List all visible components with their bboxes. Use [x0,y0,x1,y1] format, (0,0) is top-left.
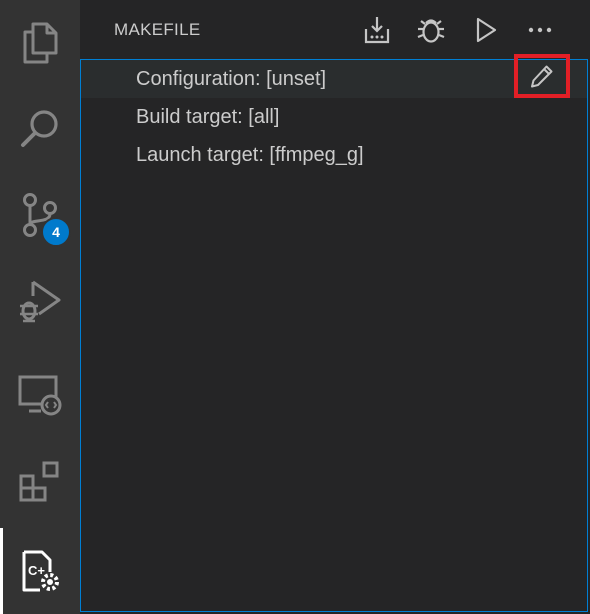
panel-header: MAKEFILE [80,0,590,60]
extensions-icon [19,461,59,502]
build-icon [364,17,390,44]
vscode-window: 4 C+ MAKEFILE Configuration: [unset] Bui… [0,0,590,614]
more-icon [528,27,552,33]
activity-source-control[interactable] [0,172,80,258]
svg-text:C+: C+ [28,563,45,578]
activity-search[interactable] [0,86,80,172]
source-control-badge: 4 [41,217,71,247]
activity-remote-explorer[interactable] [0,352,80,438]
files-icon [23,22,58,64]
search-icon [21,110,58,147]
run-button[interactable] [469,12,503,48]
activity-extensions[interactable] [0,438,80,524]
activity-makefile-tools[interactable]: C+ [0,528,80,614]
build-button[interactable] [360,12,394,48]
remote-explorer-icon [18,375,62,416]
more-actions-button[interactable] [523,12,557,48]
edit-configuration-button[interactable] [514,54,570,98]
tree-item-configuration[interactable]: Configuration: [unset] [81,60,587,98]
debug-button[interactable] [414,12,448,48]
activity-bar: 4 C+ [0,0,80,614]
activity-explorer[interactable] [0,0,80,86]
panel-title: MAKEFILE [114,20,201,39]
makefile-tools-icon: C+ [22,550,59,592]
debug-icon [417,19,445,43]
tree-item-label: Build target: [all] [136,106,280,128]
run-icon [476,17,497,43]
tree-item-label: Configuration: [unset] [136,68,327,90]
edit-pencil-icon [531,65,553,88]
tree-item-build-target[interactable]: Build target: [all] [81,98,587,136]
tree-item-label: Launch target: [ffmpeg_g] [136,144,364,166]
tree-item-launch-target[interactable]: Launch target: [ffmpeg_g] [81,136,587,174]
run-debug-icon [20,280,61,323]
makefile-tree: Configuration: [unset] Build target: [al… [80,59,588,612]
activity-run-debug[interactable] [0,258,80,344]
